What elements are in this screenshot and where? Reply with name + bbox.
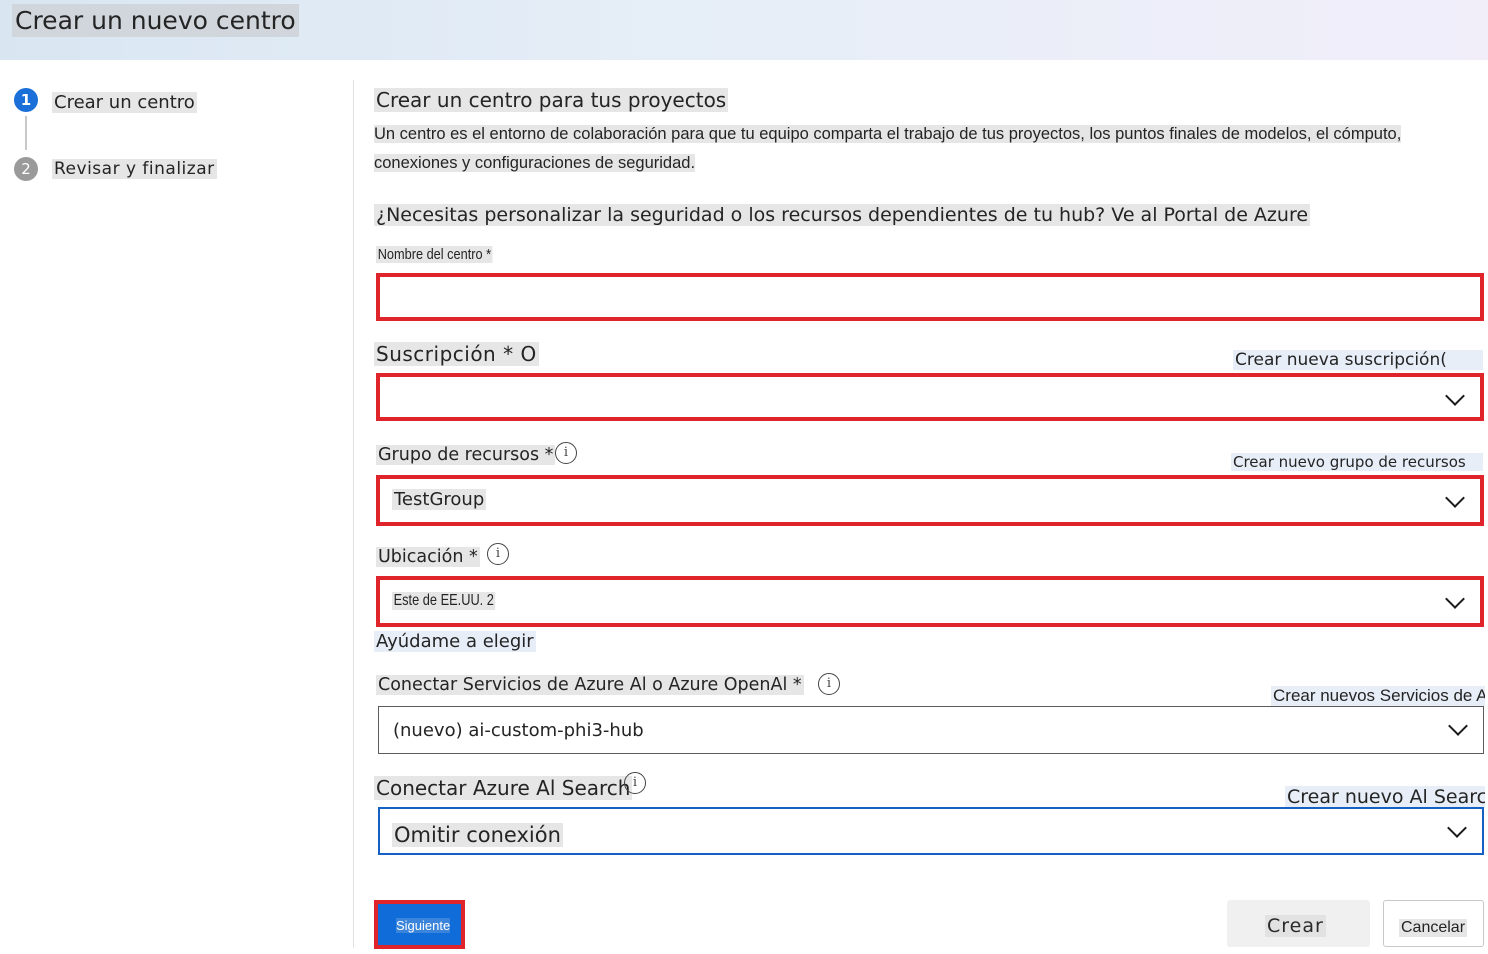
create-ai-services-link[interactable]: Crear nuevos Servicios de Al [1271,686,1485,706]
create-button[interactable]: Crear [1227,900,1370,947]
subscription-select[interactable] [376,373,1484,421]
info-icon[interactable]: i [624,772,646,794]
chevron-down-icon [1445,488,1465,508]
page-title: Crear un nuevo centro [12,4,299,37]
azure-portal-link[interactable]: ¿Necesitas personalizar la seguridad o l… [374,204,1311,226]
description-line-1: Un centro es el entorno de colaboración … [374,125,1402,143]
info-icon[interactable]: i [818,673,840,695]
vertical-divider [353,80,354,948]
create-resource-group-link[interactable]: Crear nuevo grupo de recursos [1231,453,1483,471]
ai-search-value: Omitir conexión [392,823,563,847]
help-me-choose-link[interactable]: Ayúdame a elegir [374,631,536,652]
resource-group-label: Grupo de recursos * [376,445,556,465]
header-bar: Crear un nuevo centro [0,0,1488,60]
create-subscription-link[interactable]: Crear nueva suscripción( [1233,350,1483,370]
info-icon[interactable]: i [555,442,577,464]
chevron-down-icon [1448,716,1468,736]
ai-search-label: Conectar Azure Al Search [374,776,633,800]
info-icon[interactable]: i [487,543,509,565]
step-2-label[interactable]: Revisar y finalizar [52,159,217,179]
chevron-down-icon [1447,818,1467,838]
location-label: Ubicación * [376,547,480,567]
create-button-label: Crear [1265,915,1326,937]
ai-search-select[interactable]: Omitir conexión [378,807,1484,855]
section-description: Un centro es el entorno de colaboración … [374,120,1414,178]
description-line-2: conexiones y configuraciones de segurida… [374,154,696,172]
ai-services-value: (nuevo) ai-custom-phi3-hub [393,720,644,741]
cancel-button-label: Cancelar [1399,919,1468,937]
chevron-down-icon [1445,386,1465,406]
step-1-label[interactable]: Crear un centro [52,92,197,113]
hub-name-label: Nombre del centro * [376,246,493,263]
location-value: Este de EE.UU. 2 [392,592,496,610]
chevron-down-icon [1445,589,1465,609]
subscription-label: Suscripción * O [374,342,539,366]
hub-name-input[interactable] [376,273,1484,321]
step-connector [25,116,27,150]
next-button-label: Siguiente [396,918,451,933]
step-2-indicator: 2 [14,157,38,181]
ai-services-select[interactable]: (nuevo) ai-custom-phi3-hub [378,706,1484,754]
cancel-button[interactable]: Cancelar [1383,900,1484,947]
resource-group-select[interactable]: TestGroup [376,475,1484,526]
section-title: Crear un centro para tus proyectos [374,88,729,112]
location-select[interactable]: Este de EE.UU. 2 [376,576,1484,627]
resource-group-value: TestGroup [392,489,487,510]
step-1-indicator: 1 [14,88,38,112]
next-button[interactable]: Siguiente [374,900,465,949]
ai-services-label: Conectar Servicios de Azure Al o Azure O… [376,675,804,695]
create-ai-search-link[interactable]: Crear nuevo Al Search [1285,786,1485,808]
